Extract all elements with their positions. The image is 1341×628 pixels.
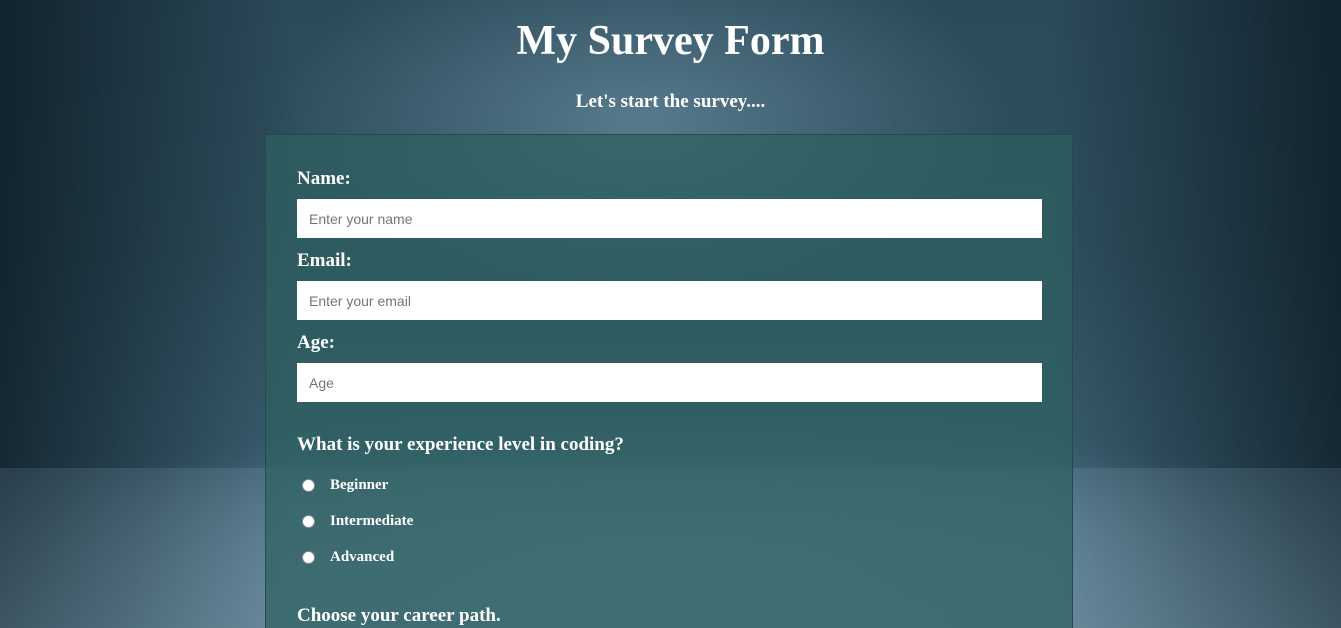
- intermediate-radio[interactable]: [302, 514, 315, 528]
- age-input[interactable]: [297, 363, 1042, 402]
- name-label: Name:: [297, 168, 351, 189]
- page-subtitle: Let's start the survey....: [575, 91, 766, 112]
- beginner-label: Beginner: [330, 477, 389, 493]
- survey-form: Name: Email: Age: What is your experienc…: [265, 134, 1073, 628]
- age-label: Age:: [297, 332, 335, 353]
- page-title: My Survey Form: [516, 18, 825, 64]
- advanced-label: Advanced: [330, 549, 395, 565]
- email-label: Email:: [297, 250, 352, 271]
- experience-option-beginner[interactable]: Beginner: [302, 475, 388, 495]
- experience-question: What is your experience level in coding?: [297, 434, 624, 455]
- intermediate-label: Intermediate: [330, 513, 414, 529]
- email-input[interactable]: [297, 281, 1042, 320]
- career-question: Choose your career path.: [297, 605, 501, 626]
- experience-option-advanced[interactable]: Advanced: [302, 547, 394, 567]
- experience-option-intermediate[interactable]: Intermediate: [302, 511, 413, 531]
- advanced-radio[interactable]: [302, 550, 315, 564]
- name-input[interactable]: [297, 199, 1042, 238]
- beginner-radio[interactable]: [302, 478, 315, 492]
